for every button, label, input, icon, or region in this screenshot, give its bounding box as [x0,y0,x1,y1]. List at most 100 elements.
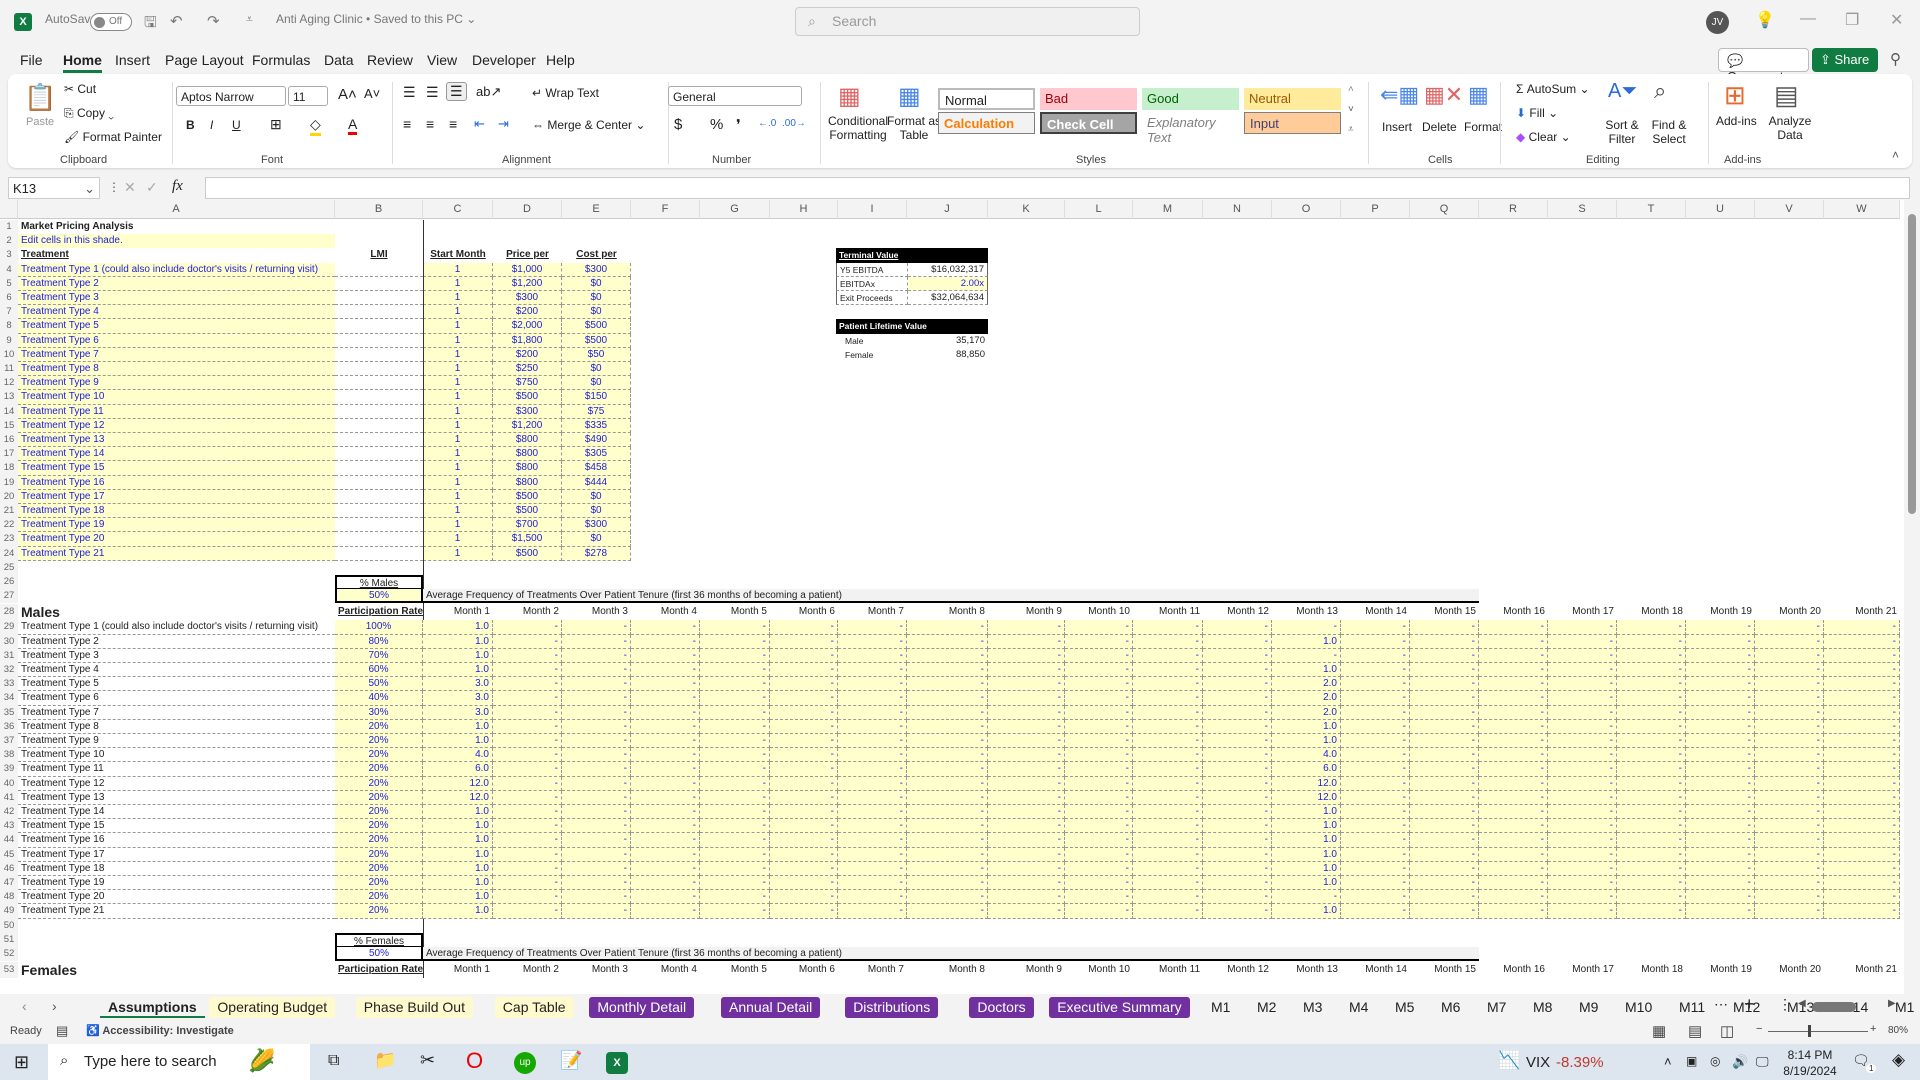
frequency-input[interactable]: - [1686,847,1755,862]
frequency-input[interactable]: - [838,790,907,805]
frequency-input[interactable]: - [1203,719,1272,734]
frequency-input[interactable]: - [700,691,770,706]
cost-input[interactable]: $50 [562,347,631,362]
frequency-input[interactable]: - [1341,790,1410,805]
frequency-input[interactable]: - [1824,904,1900,919]
treatment-name-input[interactable]: Treatment Type 8 [18,362,335,377]
frequency-input[interactable]: - [493,705,562,720]
start-month-input[interactable]: 1 [423,404,493,419]
frequency-input[interactable]: 1.0 [423,904,493,919]
merge-center-button[interactable]: ⇔ Merge & Center ⌄ [532,118,645,132]
frequency-input[interactable]: - [1755,634,1824,649]
terminal-value[interactable]: 2.00x [908,276,988,291]
price-input[interactable]: $700 [493,518,562,533]
cost-input[interactable]: $0 [562,305,631,320]
frequency-input[interactable]: - [770,620,838,635]
frequency-input[interactable]: - [1203,748,1272,763]
price-input[interactable]: $300 [493,291,562,306]
frequency-input[interactable]: - [1755,847,1824,862]
row-header[interactable]: 5 [0,276,18,291]
row-header[interactable]: 4 [0,262,18,277]
lmi-cell[interactable] [335,461,423,476]
treatment-name-input[interactable]: Treatment Type 3 [18,291,335,306]
frequency-input[interactable]: - [700,805,770,820]
frequency-input[interactable]: - [1133,762,1203,777]
frequency-input[interactable]: - [1133,634,1203,649]
frequency-input[interactable]: - [700,776,770,791]
frequency-input[interactable]: - [1824,847,1900,862]
frequency-input[interactable]: 1.0 [1272,634,1341,649]
format-as-table-icon[interactable]: ▦ [898,82,921,111]
frequency-input[interactable]: - [770,805,838,820]
frequency-input[interactable]: - [907,719,988,734]
cost-input[interactable]: $490 [562,433,631,448]
frequency-input[interactable]: 1.0 [423,861,493,876]
align-right-icon[interactable]: ≡ [449,116,457,132]
sheet-tab[interactable]: M9 [1571,997,1606,1018]
lmi-cell[interactable] [335,319,423,334]
frequency-input[interactable]: - [838,691,907,706]
frequency-input[interactable]: - [1133,805,1203,820]
cell-style-normal[interactable]: Normal [938,88,1035,110]
frequency-input[interactable]: - [562,719,631,734]
copy-button[interactable]: ⎘ Copy ⌄ [64,106,114,121]
restore-button[interactable]: ❐ [1845,10,1859,30]
frequency-input[interactable]: - [1755,663,1824,678]
start-month-input[interactable]: 1 [423,347,493,362]
windows-start-icon[interactable]: ⊞ [14,1052,29,1073]
frequency-input[interactable]: - [700,847,770,862]
frequency-input[interactable]: - [1065,847,1133,862]
format-button[interactable]: Format [1464,120,1502,134]
frequency-input[interactable]: - [1617,847,1686,862]
prev-sheet-icon[interactable]: ‹ [22,998,27,1014]
frequency-input[interactable]: - [1755,904,1824,919]
row-header[interactable]: 39 [0,762,18,777]
format-cells-icon[interactable]: ▦ [1468,82,1489,108]
cut-button[interactable]: ✂ Cut [64,82,96,96]
frequency-input[interactable]: - [1824,634,1900,649]
frequency-input[interactable]: - [907,861,988,876]
price-input[interactable]: $500 [493,504,562,519]
participation-rate-input[interactable]: 60% [335,663,423,678]
frequency-input[interactable]: 1.0 [423,876,493,891]
close-button[interactable]: ✕ [1890,10,1903,30]
bold-button[interactable]: B [186,118,195,132]
cost-input[interactable]: $0 [562,276,631,291]
row-header[interactable]: 9 [0,333,18,348]
lmi-cell[interactable] [335,263,423,277]
cell-style-input[interactable]: Input [1244,112,1341,134]
accessibility-button[interactable]: ♿ Accessibility: Investigate [86,1024,234,1037]
frequency-input[interactable]: - [1479,890,1548,905]
frequency-input[interactable]: - [562,833,631,848]
frequency-input[interactable]: - [1824,648,1900,663]
cost-input[interactable]: $0 [562,376,631,391]
price-input[interactable]: $200 [493,305,562,320]
frequency-input[interactable]: - [1341,890,1410,905]
row-header[interactable]: 17 [0,447,18,462]
frequency-input[interactable]: - [1686,691,1755,706]
row-header[interactable]: 37 [0,734,18,749]
frequency-input[interactable]: - [1824,790,1900,805]
frequency-input[interactable]: 1.0 [423,890,493,905]
upwork-icon[interactable]: up [514,1052,536,1074]
frequency-input[interactable]: - [1686,805,1755,820]
sort-filter-button[interactable]: Sort & Filter [1600,118,1644,146]
normal-view-icon[interactable]: ▦ [1652,1022,1666,1040]
row-header[interactable]: 12 [0,376,18,391]
frequency-input[interactable]: - [1203,634,1272,649]
treatment-name-input[interactable]: Treatment Type 15 [18,461,335,476]
frequency-input[interactable]: 1.0 [1272,861,1341,876]
column-header-C[interactable]: C [423,200,493,219]
frequency-input[interactable]: - [770,833,838,848]
frequency-input[interactable]: - [1479,762,1548,777]
frequency-input[interactable]: - [988,861,1065,876]
frequency-input[interactable]: - [631,890,700,905]
row-header[interactable]: 51 [0,932,18,947]
participation-rate-input[interactable]: 70% [335,648,423,663]
row-header[interactable]: 32 [0,663,18,678]
frequency-input[interactable]: - [1479,805,1548,820]
participation-rate-input[interactable]: 20% [335,790,423,805]
cost-input[interactable]: $278 [562,546,631,561]
frequency-input[interactable]: - [1755,876,1824,891]
excel-taskbar-icon[interactable]: X [606,1052,628,1074]
